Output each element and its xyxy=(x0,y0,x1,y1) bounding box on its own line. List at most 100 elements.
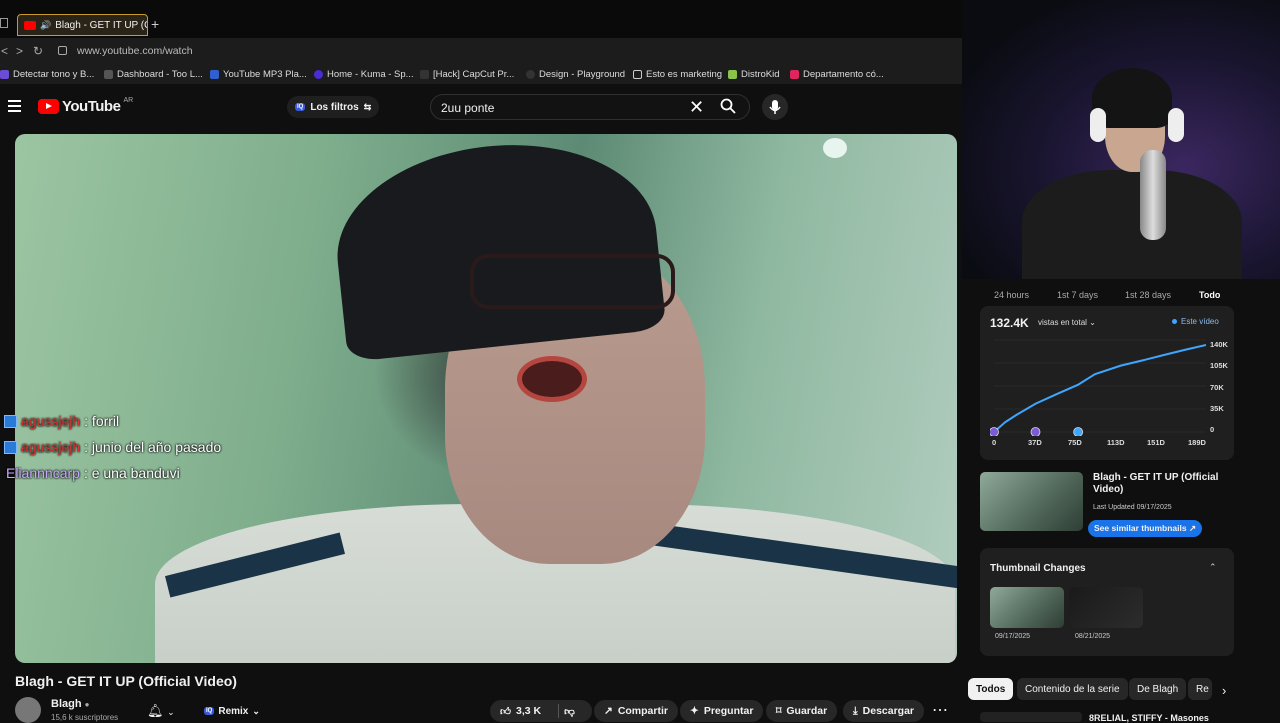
series-line xyxy=(993,344,1206,433)
thumbnail-date: 08/21/2025 xyxy=(1075,633,1111,640)
thumbnail-date: 09/17/2025 xyxy=(995,633,1031,640)
range-tab-all[interactable]: Todo xyxy=(1199,290,1220,300)
tab-title: Blagh - GET IT UP (Offi xyxy=(55,19,147,31)
bookmark-item[interactable]: Design - Playground xyxy=(526,69,625,80)
chip-related[interactable]: Re xyxy=(1188,678,1212,700)
channel-name[interactable]: Blagh ● xyxy=(51,698,89,710)
chevron-up-icon[interactable]: ⌃ xyxy=(1209,562,1217,573)
chat-message: agussjejh : forril xyxy=(4,413,119,429)
bookmark-item[interactable]: Home - Kuma - Sp... xyxy=(314,69,414,80)
thumbnail-changes-title: Thumbnail Changes xyxy=(990,563,1086,574)
x-tick-label: 151D xyxy=(1147,438,1165,447)
bookmark-item[interactable]: Dashboard - Too L... xyxy=(104,69,203,80)
y-tick-label: 35K xyxy=(1210,404,1224,413)
iq-badge: IQ xyxy=(204,707,215,715)
search-icon[interactable] xyxy=(720,98,736,114)
bookmark-icon xyxy=(314,70,323,79)
verified-icon: ● xyxy=(84,700,90,709)
lock-icon xyxy=(58,46,67,55)
channel-avatar[interactable] xyxy=(15,697,41,723)
thumbs-down-icon[interactable]: 👎︎ xyxy=(564,705,575,718)
x-tick-label: 0 xyxy=(992,438,997,447)
youtube-header: YouTube AR IQ Los filtros ⇆ 2uu ponte ✕ xyxy=(0,84,962,132)
chevron-down-icon: ⌄ xyxy=(252,705,260,716)
bookmark-item[interactable]: Detectar tono y B... xyxy=(0,69,94,80)
bookmark-item[interactable]: Esto es marketing xyxy=(633,69,722,80)
chip-all[interactable]: Todos xyxy=(968,678,1014,700)
see-similar-thumbnails-button[interactable]: See similar thumbnails ↗ xyxy=(1088,520,1203,537)
search-input[interactable]: 2uu ponte ✕ xyxy=(430,94,750,120)
event-marker[interactable] xyxy=(1030,427,1041,437)
download-icon: ⤓ xyxy=(853,704,858,717)
share-button[interactable]: ↗ Compartir xyxy=(594,700,678,722)
sliders-icon: ⇆ xyxy=(363,101,372,112)
subscriber-count: 15,6 k suscriptores xyxy=(51,713,119,722)
tab-search-icon[interactable] xyxy=(0,18,8,28)
menu-icon[interactable] xyxy=(8,100,21,112)
voice-search-button[interactable] xyxy=(762,94,788,120)
share-icon: ↗ xyxy=(604,705,613,717)
bookmark-item[interactable]: DistroKid xyxy=(728,69,780,80)
bookmark-item[interactable]: [Hack] CapCut Pr... xyxy=(420,69,514,80)
chevron-down-icon: ⌄ xyxy=(1089,318,1096,327)
x-tick-label: 189D xyxy=(1188,438,1206,447)
remix-button[interactable]: IQ Remix ⌄ xyxy=(198,700,266,722)
chip-series-content[interactable]: Contenido de la serie xyxy=(1017,678,1128,700)
bookmark-icon xyxy=(728,70,737,79)
youtube-favicon-icon xyxy=(24,20,36,30)
url-field[interactable]: www.youtube.com/watch xyxy=(77,45,193,57)
ask-button[interactable]: ✦ Preguntar xyxy=(680,700,764,722)
x-tick-label: 113D xyxy=(1107,438,1125,447)
chip-from-channel[interactable]: De Blagh xyxy=(1129,678,1187,700)
bookmark-item[interactable]: Departamento có... xyxy=(790,69,884,80)
y-tick-label: 0 xyxy=(1210,425,1215,434)
bookmark-icon xyxy=(104,70,113,79)
chat-message: Eliannncarp : e una banduvi xyxy=(6,465,180,481)
chat-badge-icon xyxy=(4,440,17,454)
save-button[interactable]: ⌑ Guardar xyxy=(766,700,838,722)
more-options-icon[interactable]: ⋯ xyxy=(932,700,948,720)
range-tab-24h[interactable]: 24 hours xyxy=(994,290,1029,300)
webcam-overlay xyxy=(962,0,1280,279)
last-updated: Last Updated 09/17/2025 xyxy=(1093,504,1172,511)
back-icon[interactable]: < xyxy=(1,44,8,58)
event-marker[interactable] xyxy=(1073,427,1084,437)
range-tab-28d[interactable]: 1st 28 days xyxy=(1125,290,1171,300)
legend-dot-icon xyxy=(1172,319,1177,324)
views-label[interactable]: vistas en total ⌄ xyxy=(1038,318,1096,327)
youtube-logo[interactable]: YouTube AR xyxy=(38,97,133,115)
bookmark-icon xyxy=(526,70,535,79)
next-video-thumbnail[interactable] xyxy=(980,712,1082,722)
like-button[interactable]: 👍︎ 3,3 K 👎︎ xyxy=(490,700,592,722)
chart-legend: Este vídeo xyxy=(1172,317,1219,326)
bookmark-icon: ⌑ xyxy=(776,705,782,717)
bookmarks-bar: Detectar tono y B... Dashboard - Too L..… xyxy=(0,64,962,84)
video-thumbnail[interactable] xyxy=(980,472,1083,531)
y-tick-label: 70K xyxy=(1210,383,1224,392)
microphone-icon xyxy=(1140,150,1166,240)
forward-icon[interactable]: > xyxy=(16,44,23,58)
video-frame-mouth xyxy=(517,356,587,402)
video-title: Blagh - GET IT UP (Official Video) xyxy=(15,673,237,689)
speaker-icon: 🔊 xyxy=(40,19,52,30)
range-tab-7d[interactable]: 1st 7 days xyxy=(1057,290,1098,300)
chevron-right-icon[interactable]: › xyxy=(1222,683,1226,698)
reload-icon[interactable]: ↻ xyxy=(33,44,43,58)
new-tab-button[interactable]: + xyxy=(151,16,159,32)
download-button[interactable]: ⤓ Descargar xyxy=(843,700,925,722)
thumbnail-version[interactable] xyxy=(1069,587,1143,628)
views-line-chart xyxy=(990,339,1206,437)
thumbnail-version[interactable] xyxy=(990,587,1064,628)
next-video-title[interactable]: 8RELIAL, STIFFY - Masones xyxy=(1089,713,1209,723)
bookmark-icon xyxy=(420,70,429,79)
chat-message: agussjejh : junio del año pasado xyxy=(4,439,221,455)
clear-search-icon[interactable]: ✕ xyxy=(689,97,704,118)
browser-tab[interactable]: 🔊 Blagh - GET IT UP (Offi xyxy=(17,14,148,36)
chevron-down-icon[interactable]: ⌄ xyxy=(167,707,175,717)
event-marker[interactable] xyxy=(990,427,999,437)
filters-button[interactable]: IQ Los filtros ⇆ xyxy=(287,96,380,118)
video-frame-glasses xyxy=(470,254,675,309)
video-player[interactable] xyxy=(15,134,957,663)
notification-bell-icon[interactable]: 🔔︎ ⌄ xyxy=(147,703,175,719)
bookmark-item[interactable]: YouTube MP3 Pla... xyxy=(210,69,307,80)
